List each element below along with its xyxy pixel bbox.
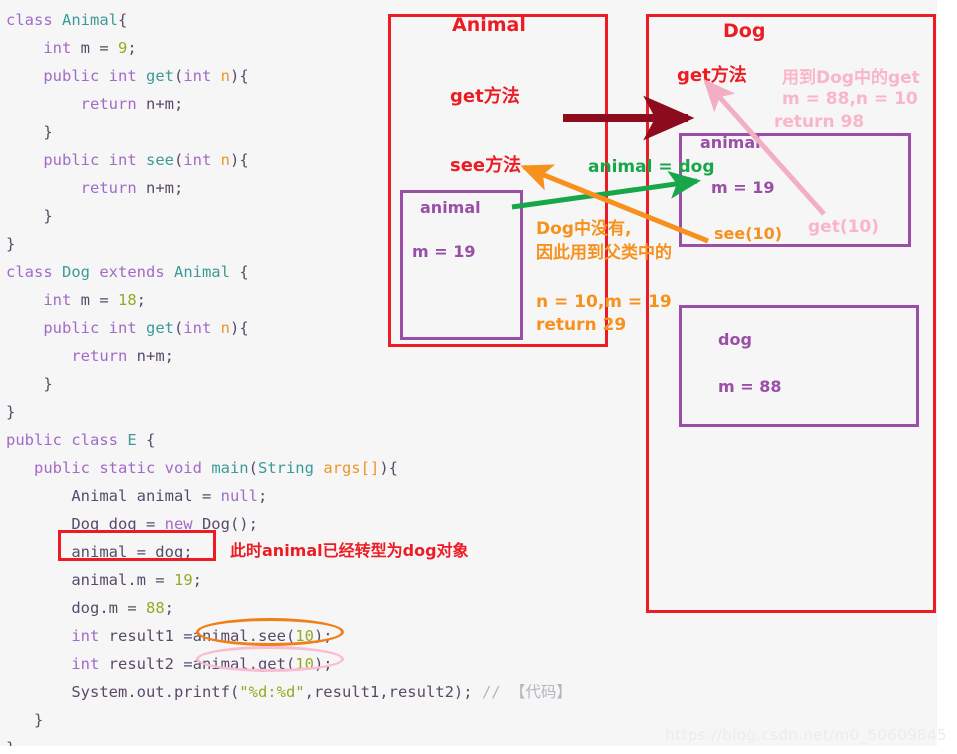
arrow-layer xyxy=(511,79,826,244)
arrow-animal-equals-dog xyxy=(511,171,701,210)
arrow-see-to-parent xyxy=(520,164,709,244)
right-margin-strip xyxy=(937,0,957,754)
arrow-get-to-dog xyxy=(703,79,826,216)
diagram-canvas: class Animal{ int m = 9; public int get(… xyxy=(0,0,957,754)
bottom-margin-strip xyxy=(0,746,957,754)
watermark-text: https://blog.csdn.net/m0_50609845 xyxy=(665,726,947,744)
